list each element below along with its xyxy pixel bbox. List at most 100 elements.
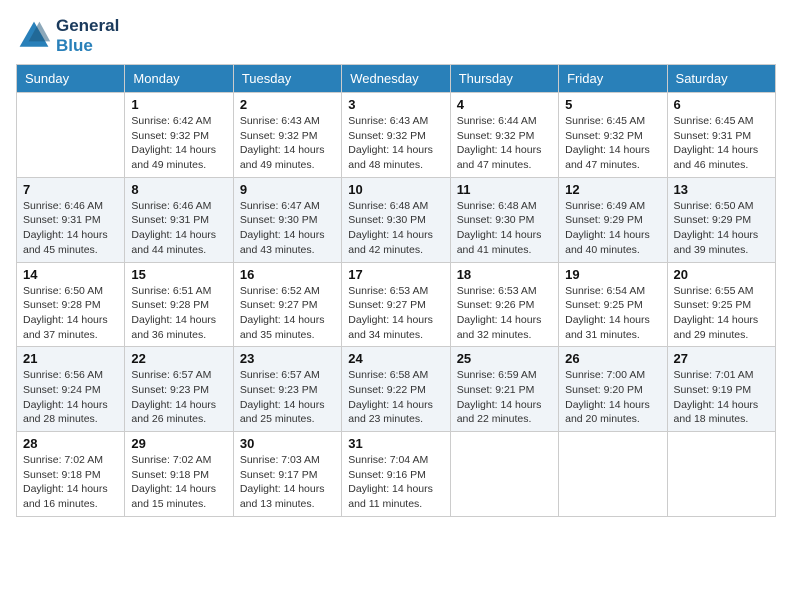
calendar-cell: 11 Sunrise: 6:48 AM Sunset: 9:30 PM Dayli… xyxy=(450,177,558,262)
day-number: 12 xyxy=(565,182,660,197)
day-info: Sunrise: 6:49 AM Sunset: 9:29 PM Dayligh… xyxy=(565,199,660,258)
calendar-cell: 8Sunrise: 6:46 AM Sunset: 9:31 PM Daylig… xyxy=(125,177,233,262)
day-info: Sunrise: 7:03 AM Sunset: 9:17 PM Dayligh… xyxy=(240,453,335,512)
logo: General Blue xyxy=(16,16,119,56)
day-number: 11 xyxy=(457,182,552,197)
weekday-header-friday: Friday xyxy=(559,65,667,93)
calendar-cell: 19 Sunrise: 6:54 AM Sunset: 9:25 PM Dayli… xyxy=(559,262,667,347)
day-info: Sunrise: 6:51 AM Sunset: 9:28 PM Dayligh… xyxy=(131,284,226,343)
day-number: 9 xyxy=(240,182,335,197)
day-number: 20 xyxy=(674,267,769,282)
day-info: Sunrise: 7:02 AM Sunset: 9:18 PM Dayligh… xyxy=(23,453,118,512)
day-number: 1 xyxy=(131,97,226,112)
day-info: Sunrise: 6:56 AM Sunset: 9:24 PM Dayligh… xyxy=(23,368,118,427)
day-number: 21 xyxy=(23,351,118,366)
calendar-cell: 9Sunrise: 6:47 AM Sunset: 9:30 PM Daylig… xyxy=(233,177,341,262)
calendar-cell: 26 Sunrise: 7:00 AM Sunset: 9:20 PM Dayli… xyxy=(559,347,667,432)
day-info: Sunrise: 6:42 AM Sunset: 9:32 PM Dayligh… xyxy=(131,114,226,173)
day-info: Sunrise: 6:53 AM Sunset: 9:27 PM Dayligh… xyxy=(348,284,443,343)
calendar-cell: 22Sunrise: 6:57 AM Sunset: 9:23 PM Dayli… xyxy=(125,347,233,432)
day-number: 10 xyxy=(348,182,443,197)
day-number: 24 xyxy=(348,351,443,366)
header: General Blue xyxy=(16,16,776,56)
day-info: Sunrise: 7:01 AM Sunset: 9:19 PM Dayligh… xyxy=(674,368,769,427)
day-info: Sunrise: 6:59 AM Sunset: 9:21 PM Dayligh… xyxy=(457,368,552,427)
day-info: Sunrise: 6:50 AM Sunset: 9:28 PM Dayligh… xyxy=(23,284,118,343)
day-number: 2 xyxy=(240,97,335,112)
calendar-cell: 10 Sunrise: 6:48 AM Sunset: 9:30 PM Dayli… xyxy=(342,177,450,262)
day-number: 30 xyxy=(240,436,335,451)
day-number: 25 xyxy=(457,351,552,366)
calendar-cell: 31 Sunrise: 7:04 AM Sunset: 9:16 PM Dayli… xyxy=(342,432,450,517)
calendar-week-2: 7Sunrise: 6:46 AM Sunset: 9:31 PM Daylig… xyxy=(17,177,776,262)
weekday-header-thursday: Thursday xyxy=(450,65,558,93)
day-info: Sunrise: 6:54 AM Sunset: 9:25 PM Dayligh… xyxy=(565,284,660,343)
calendar-cell: 5Sunrise: 6:45 AM Sunset: 9:32 PM Daylig… xyxy=(559,93,667,178)
day-number: 15 xyxy=(131,267,226,282)
calendar-cell: 6 Sunrise: 6:45 AM Sunset: 9:31 PM Daylig… xyxy=(667,93,775,178)
day-info: Sunrise: 6:48 AM Sunset: 9:30 PM Dayligh… xyxy=(348,199,443,258)
day-number: 13 xyxy=(674,182,769,197)
calendar-cell: 23 Sunrise: 6:57 AM Sunset: 9:23 PM Dayli… xyxy=(233,347,341,432)
calendar-cell: 24 Sunrise: 6:58 AM Sunset: 9:22 PM Dayli… xyxy=(342,347,450,432)
calendar-cell: 12 Sunrise: 6:49 AM Sunset: 9:29 PM Dayli… xyxy=(559,177,667,262)
calendar-cell: 21 Sunrise: 6:56 AM Sunset: 9:24 PM Dayli… xyxy=(17,347,125,432)
calendar-week-1: 1 Sunrise: 6:42 AM Sunset: 9:32 PM Daylig… xyxy=(17,93,776,178)
day-number: 14 xyxy=(23,267,118,282)
weekday-header-sunday: Sunday xyxy=(17,65,125,93)
calendar-cell: 14 Sunrise: 6:50 AM Sunset: 9:28 PM Dayli… xyxy=(17,262,125,347)
day-info: Sunrise: 6:57 AM Sunset: 9:23 PM Dayligh… xyxy=(240,368,335,427)
day-number: 17 xyxy=(348,267,443,282)
calendar-cell: 1 Sunrise: 6:42 AM Sunset: 9:32 PM Daylig… xyxy=(125,93,233,178)
logo-icon xyxy=(16,18,52,54)
page-container: General Blue SundayMondayTuesdayWednesda… xyxy=(16,16,776,517)
day-number: 23 xyxy=(240,351,335,366)
calendar-cell xyxy=(17,93,125,178)
day-number: 27 xyxy=(674,351,769,366)
day-number: 18 xyxy=(457,267,552,282)
logo-text: General Blue xyxy=(56,16,119,56)
weekday-header-monday: Monday xyxy=(125,65,233,93)
day-info: Sunrise: 6:46 AM Sunset: 9:31 PM Dayligh… xyxy=(131,199,226,258)
calendar-cell: 4Sunrise: 6:44 AM Sunset: 9:32 PM Daylig… xyxy=(450,93,558,178)
calendar-cell: 7Sunrise: 6:46 AM Sunset: 9:31 PM Daylig… xyxy=(17,177,125,262)
calendar-week-3: 14 Sunrise: 6:50 AM Sunset: 9:28 PM Dayli… xyxy=(17,262,776,347)
day-info: Sunrise: 6:43 AM Sunset: 9:32 PM Dayligh… xyxy=(240,114,335,173)
day-number: 26 xyxy=(565,351,660,366)
calendar-cell xyxy=(667,432,775,517)
day-number: 16 xyxy=(240,267,335,282)
calendar-cell: 25 Sunrise: 6:59 AM Sunset: 9:21 PM Dayli… xyxy=(450,347,558,432)
calendar-cell: 20 Sunrise: 6:55 AM Sunset: 9:25 PM Dayli… xyxy=(667,262,775,347)
day-info: Sunrise: 6:46 AM Sunset: 9:31 PM Dayligh… xyxy=(23,199,118,258)
calendar-cell: 27 Sunrise: 7:01 AM Sunset: 9:19 PM Dayli… xyxy=(667,347,775,432)
day-info: Sunrise: 6:53 AM Sunset: 9:26 PM Dayligh… xyxy=(457,284,552,343)
weekday-header-wednesday: Wednesday xyxy=(342,65,450,93)
weekday-header-tuesday: Tuesday xyxy=(233,65,341,93)
weekday-header-row: SundayMondayTuesdayWednesdayThursdayFrid… xyxy=(17,65,776,93)
day-info: Sunrise: 7:04 AM Sunset: 9:16 PM Dayligh… xyxy=(348,453,443,512)
calendar-week-5: 28Sunrise: 7:02 AM Sunset: 9:18 PM Dayli… xyxy=(17,432,776,517)
calendar-cell: 15 Sunrise: 6:51 AM Sunset: 9:28 PM Dayli… xyxy=(125,262,233,347)
day-info: Sunrise: 6:48 AM Sunset: 9:30 PM Dayligh… xyxy=(457,199,552,258)
day-info: Sunrise: 6:58 AM Sunset: 9:22 PM Dayligh… xyxy=(348,368,443,427)
calendar-cell: 13 Sunrise: 6:50 AM Sunset: 9:29 PM Dayli… xyxy=(667,177,775,262)
day-number: 5 xyxy=(565,97,660,112)
day-info: Sunrise: 7:00 AM Sunset: 9:20 PM Dayligh… xyxy=(565,368,660,427)
day-info: Sunrise: 6:55 AM Sunset: 9:25 PM Dayligh… xyxy=(674,284,769,343)
calendar-cell: 2 Sunrise: 6:43 AM Sunset: 9:32 PM Daylig… xyxy=(233,93,341,178)
day-info: Sunrise: 7:02 AM Sunset: 9:18 PM Dayligh… xyxy=(131,453,226,512)
calendar-cell xyxy=(450,432,558,517)
calendar-table: SundayMondayTuesdayWednesdayThursdayFrid… xyxy=(16,64,776,517)
calendar-cell: 16Sunrise: 6:52 AM Sunset: 9:27 PM Dayli… xyxy=(233,262,341,347)
day-info: Sunrise: 6:45 AM Sunset: 9:31 PM Dayligh… xyxy=(674,114,769,173)
calendar-cell: 3Sunrise: 6:43 AM Sunset: 9:32 PM Daylig… xyxy=(342,93,450,178)
day-number: 31 xyxy=(348,436,443,451)
day-number: 3 xyxy=(348,97,443,112)
calendar-cell: 28Sunrise: 7:02 AM Sunset: 9:18 PM Dayli… xyxy=(17,432,125,517)
day-number: 22 xyxy=(131,351,226,366)
day-info: Sunrise: 6:50 AM Sunset: 9:29 PM Dayligh… xyxy=(674,199,769,258)
day-number: 19 xyxy=(565,267,660,282)
day-number: 6 xyxy=(674,97,769,112)
calendar-cell xyxy=(559,432,667,517)
day-number: 29 xyxy=(131,436,226,451)
